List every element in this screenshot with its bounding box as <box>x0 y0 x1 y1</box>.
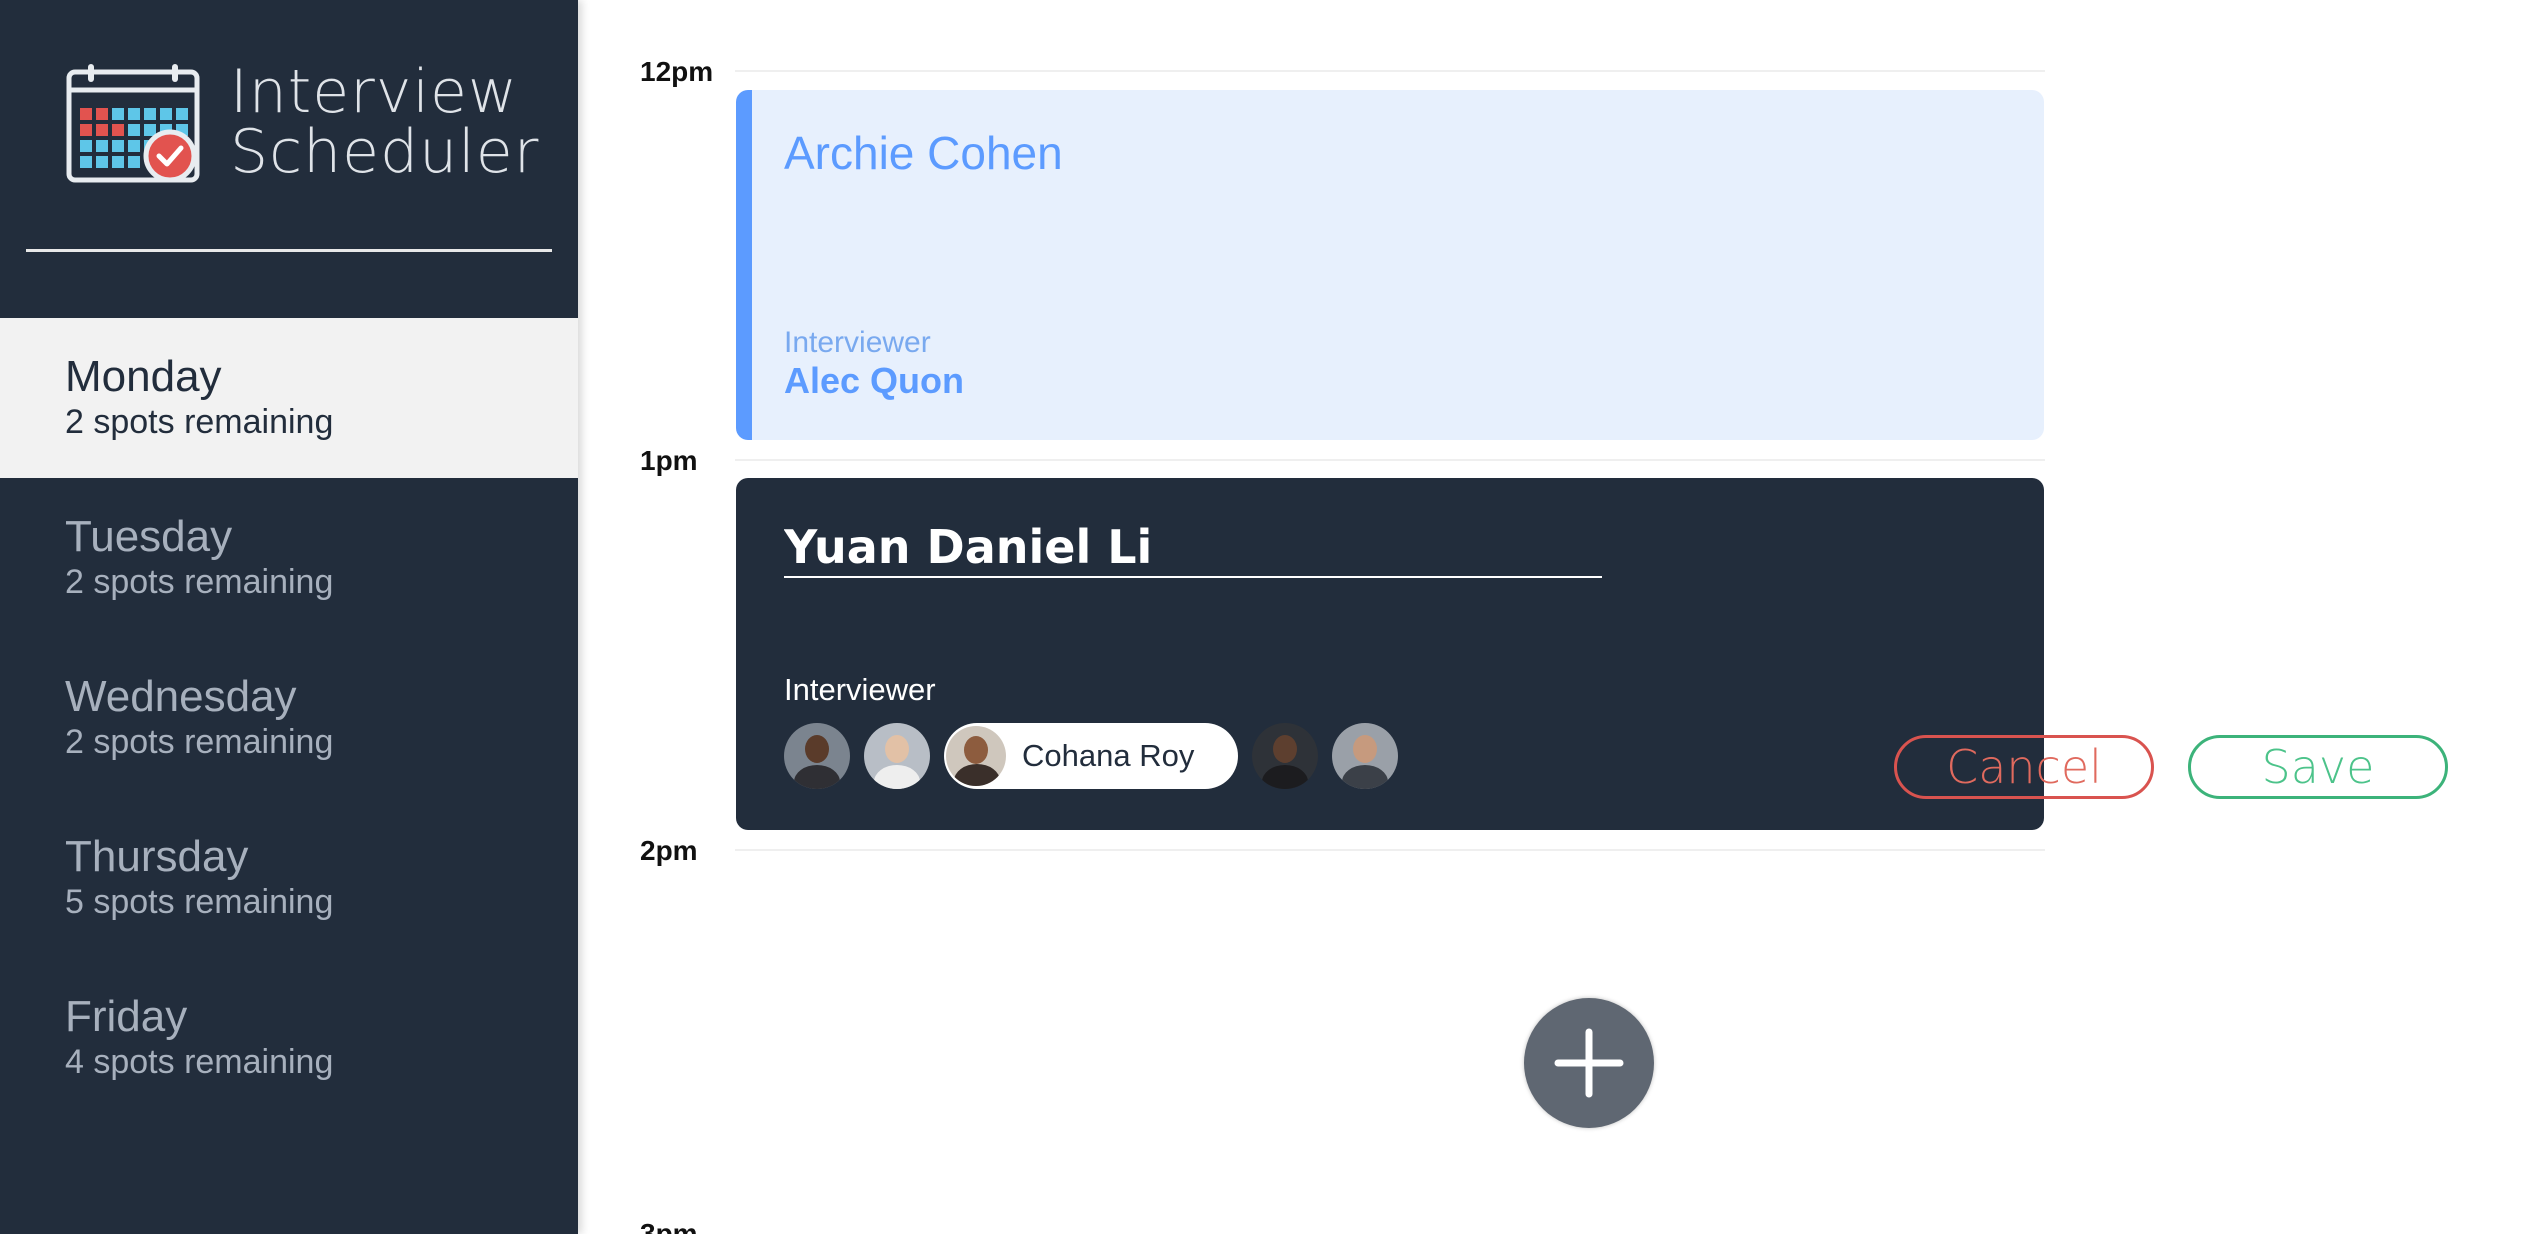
day-spots: 2 spots remaining <box>65 403 334 441</box>
day-name: Thursday <box>65 832 249 881</box>
interviewer-avatar[interactable] <box>1252 723 1319 789</box>
sidebar-divider <box>26 249 552 252</box>
time-divider <box>735 70 2045 72</box>
cancel-button[interactable]: Cancel <box>1894 735 2154 799</box>
time-divider <box>735 459 2045 461</box>
day-spots: 2 spots remaining <box>65 563 334 601</box>
sidebar: Interview Scheduler Monday 2 spots remai… <box>0 0 578 1234</box>
selected-interviewer-name: Cohana Roy <box>1022 738 1195 773</box>
day-name: Tuesday <box>65 512 233 561</box>
interviewer-list: Cohana Roy <box>784 723 1399 789</box>
day-spots: 5 spots remaining <box>65 883 334 921</box>
student-name-input[interactable] <box>784 518 1602 578</box>
time-label-3pm: 3pm <box>640 1218 698 1234</box>
day-spots: 2 spots remaining <box>65 723 334 761</box>
interviewer-label: Interviewer <box>784 326 931 359</box>
app-title-line1: Interview <box>230 57 518 127</box>
booked-appointment[interactable]: Archie Cohen Interviewer Alec Quon <box>736 90 2044 440</box>
day-item-tuesday[interactable]: Tuesday 2 spots remaining <box>0 478 578 638</box>
day-name: Friday <box>65 992 188 1041</box>
app-title-line2: Scheduler <box>230 117 540 187</box>
time-label-12pm: 12pm <box>640 56 714 87</box>
appointment-form: Interviewer Cohana Roy Cancel Save <box>736 478 2448 830</box>
day-name: Monday <box>65 352 222 401</box>
day-item-wednesday[interactable]: Wednesday 2 spots remaining <box>0 638 578 798</box>
calendar-check-icon <box>66 64 200 183</box>
student-name: Archie Cohen <box>784 127 1063 179</box>
interviewer-avatar[interactable] <box>784 723 850 789</box>
interviewer-name: Alec Quon <box>784 360 965 401</box>
interviewer-avatar[interactable] <box>864 723 930 789</box>
schedule: 12pm Archie Cohen Interviewer Alec Quon … <box>578 0 2526 1234</box>
day-name: Wednesday <box>65 672 297 721</box>
save-button[interactable]: Save <box>2188 735 2448 799</box>
time-label-1pm: 1pm <box>640 445 698 476</box>
app-title: Interview Scheduler <box>230 62 539 182</box>
day-item-thursday[interactable]: Thursday 5 spots remaining <box>0 798 578 958</box>
interviewer-avatar[interactable] <box>1332 723 1399 789</box>
time-divider <box>735 849 2045 851</box>
interviewer-label: Interviewer <box>784 672 936 707</box>
selected-interviewer[interactable]: Cohana Roy <box>944 723 1239 789</box>
plus-icon <box>1554 1028 1624 1098</box>
day-item-friday[interactable]: Friday 4 spots remaining <box>0 958 578 1118</box>
add-appointment-button[interactable] <box>1524 998 1654 1128</box>
day-spots: 4 spots remaining <box>65 1043 334 1081</box>
day-item-monday[interactable]: Monday 2 spots remaining <box>0 318 578 478</box>
time-label-2pm: 2pm <box>640 835 698 866</box>
interviewer-avatar <box>946 726 1006 786</box>
day-list: Monday 2 spots remaining Tuesday 2 spots… <box>0 318 578 1118</box>
